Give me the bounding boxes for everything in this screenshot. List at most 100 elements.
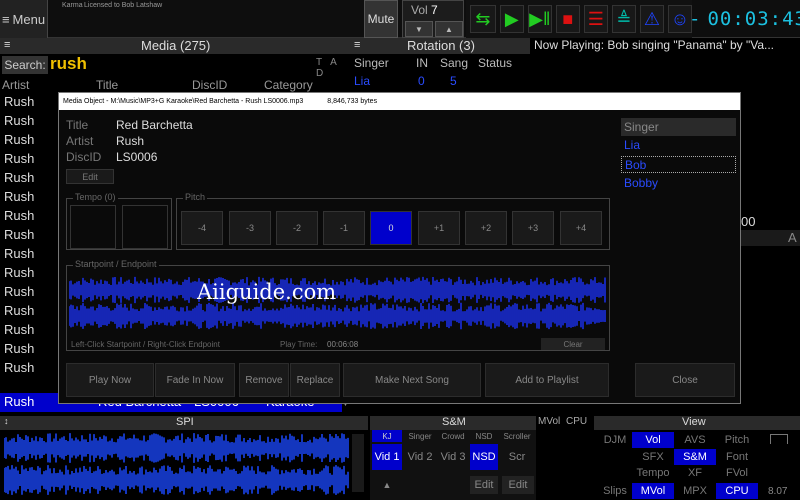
list-item[interactable]: Rush [4,208,34,223]
stop-icon[interactable]: ■ [555,5,580,33]
list-item[interactable]: Rush [4,132,34,147]
view-cpu[interactable]: CPU [716,483,758,499]
menu-button[interactable]: ≡ Menu [0,0,48,38]
view-pitch[interactable]: Pitch [716,432,758,448]
view-sfx[interactable]: SFX [632,449,674,465]
pitch-minus-2-button[interactable]: -2 [276,211,318,245]
media-panel-header: ≡ Media (275) [0,38,350,54]
volume-value: 7 [431,3,438,17]
vid1-button[interactable]: Vid 1 [372,444,402,470]
effects-icon[interactable]: ⚠ [639,5,664,33]
media-menu-icon[interactable]: ≡ [4,39,10,51]
spi-menu-icon[interactable]: ↕ [4,416,9,426]
search-input[interactable]: rush [50,54,87,74]
mute-button[interactable]: Mute [364,0,398,38]
view-xf[interactable]: XF [674,465,716,481]
list-item[interactable]: Rush [4,246,34,261]
view-djm[interactable]: DJM [594,432,636,448]
view-fvol[interactable]: FVol [716,465,758,481]
spi-scrollbar[interactable] [352,434,364,492]
pitch-plus-3-button[interactable]: +3 [512,211,554,245]
tab-scroller[interactable]: Scroller [500,430,534,442]
list-item[interactable]: Rush [4,113,34,128]
col-title[interactable]: Title [96,78,118,92]
eject-icon[interactable]: ≜ [611,5,636,33]
rot-col-sang: Sang [440,56,469,70]
make-next-song-button[interactable]: Make Next Song [343,363,481,397]
singer-item-selected[interactable]: Bob [621,156,736,173]
view-avs[interactable]: AVS [674,432,716,448]
rotation-menu-icon[interactable]: ≡ [354,39,360,51]
view-mvol[interactable]: MVol [632,483,674,499]
tempo-up-button[interactable] [122,205,168,249]
volume-control: Vol 7 ▼ ▲ [402,0,464,38]
list-item[interactable]: Rush [4,303,34,318]
list-item[interactable]: Rush [4,360,34,375]
tab-kj[interactable]: KJ [372,430,402,442]
scroll-up-icon[interactable]: ▲ [372,476,402,494]
view-slips[interactable]: Slips [594,483,636,499]
nsd-button[interactable]: NSD [470,444,498,470]
replace-button[interactable]: Replace [290,363,340,397]
view-vol[interactable]: Vol [632,432,674,448]
view-font[interactable]: Font [716,449,758,465]
col-artist[interactable]: Artist [2,78,29,92]
add-to-playlist-button[interactable]: Add to Playlist [485,363,609,397]
title-value: Red Barchetta [116,118,193,132]
close-button[interactable]: Close [635,363,735,397]
play-now-button[interactable]: Play Now [66,363,154,397]
singer-item[interactable]: Lia [621,138,640,152]
col-discid[interactable]: DiscID [192,78,227,92]
tab-crowd[interactable]: Crowd [438,430,468,442]
tab-singer[interactable]: Singer [404,430,436,442]
scr-edit-button[interactable]: Edit [502,476,534,494]
list-item[interactable]: Rush [4,94,34,109]
tempo-down-button[interactable] [70,205,116,249]
volume-up-icon[interactable]: ▲ [435,21,463,37]
list-item[interactable]: Rush [4,284,34,299]
pitch-minus-1-button[interactable]: -1 [323,211,365,245]
pause-icon[interactable]: ▶‖ [527,5,552,33]
window-icon[interactable] [770,434,788,444]
rotation-row-singer[interactable]: Lia [354,74,370,88]
clock-display: - 00:03:43 [689,0,800,38]
view-tempo[interactable]: Tempo [632,465,674,481]
vid3-button[interactable]: Vid 3 [438,444,468,470]
list-item[interactable]: Rush [4,265,34,280]
waveform[interactable] [69,272,607,332]
list-item[interactable]: Rush [4,227,34,242]
spi-header: ↕ SPI [0,416,368,430]
pitch-minus-4-button[interactable]: -4 [181,211,223,245]
volume-down-icon[interactable]: ▼ [405,21,433,37]
pitch-zero-button[interactable]: 0 [370,211,412,245]
edit-button[interactable]: Edit [66,169,114,184]
view-mpx[interactable]: MPX [674,483,716,499]
stop-list-icon[interactable]: ☰ [583,5,608,33]
pitch-plus-2-button[interactable]: +2 [465,211,507,245]
nsd-edit-button[interactable]: Edit [470,476,498,494]
now-playing: Now Playing: Bob singing "Panama" by "Va… [534,38,775,52]
scr-button[interactable]: Scr [500,444,534,470]
list-item[interactable]: Rush [4,151,34,166]
list-item[interactable]: Rush [4,189,34,204]
pitch-plus-1-button[interactable]: +1 [418,211,460,245]
swap-arrows-icon[interactable]: ⇆ [470,5,496,33]
view-sm[interactable]: S&M [674,449,716,465]
clear-button[interactable]: Clear [541,338,605,350]
col-category[interactable]: Category [264,78,313,92]
karma-label: Karma [62,2,83,9]
rotation-row-sang: 5 [450,74,457,88]
search-row: Search: rush T A D [0,54,350,79]
play-icon[interactable]: ▶ [499,5,524,33]
pitch-minus-3-button[interactable]: -3 [229,211,271,245]
vid2-button[interactable]: Vid 2 [404,444,436,470]
list-item[interactable]: Rush [4,322,34,337]
cpu-value: 8.07 [768,486,788,497]
fade-in-now-button[interactable]: Fade In Now [155,363,235,397]
remove-button[interactable]: Remove [239,363,289,397]
list-item[interactable]: Rush [4,341,34,356]
tab-nsd[interactable]: NSD [470,430,498,442]
pitch-plus-4-button[interactable]: +4 [560,211,602,245]
singer-item[interactable]: Bobby [621,176,658,190]
list-item[interactable]: Rush [4,170,34,185]
